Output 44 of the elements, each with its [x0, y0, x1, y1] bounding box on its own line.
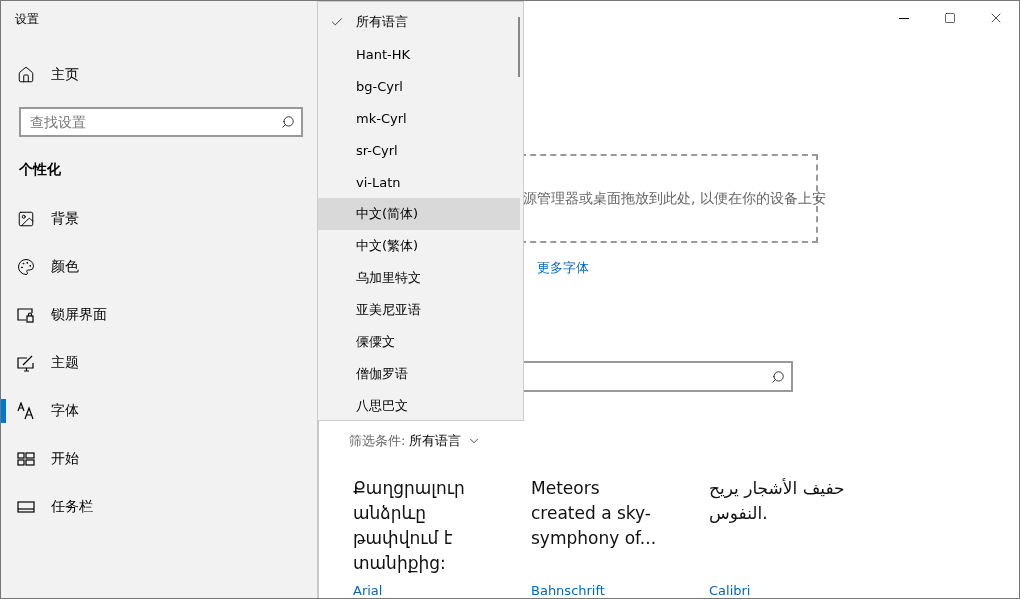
menu-option[interactable]: 乌加里特文: [318, 262, 520, 294]
scrollbar-thumb[interactable]: [518, 17, 520, 77]
menu-option[interactable]: Hant-HK: [318, 38, 520, 70]
nav-item[interactable]: 颜色: [1, 243, 317, 291]
more-fonts-link[interactable]: 更多字体: [537, 259, 589, 278]
window-title: 设置: [14, 11, 40, 28]
minimize-icon: [899, 17, 909, 19]
menu-option[interactable]: 傈僳文: [318, 326, 520, 358]
menu-option[interactable]: 僧伽罗语: [318, 358, 520, 390]
nav-item[interactable]: 背景: [1, 195, 317, 243]
menu-option[interactable]: 所有语言: [318, 6, 520, 38]
tiles-icon: [17, 450, 35, 468]
menu-option[interactable]: 亚美尼亚语: [318, 294, 520, 326]
lock-screen-icon: [17, 306, 35, 324]
font-preview-text: Քաղցրալուր անձրևը թափվում է տանիքից:: [353, 477, 466, 575]
font-name-link[interactable]: Calibri: [709, 583, 751, 598]
nav-item[interactable]: 开始: [1, 435, 317, 483]
nav-item[interactable]: 字体: [1, 387, 317, 435]
home-icon: [17, 66, 35, 84]
nav-item[interactable]: 任务栏: [1, 483, 317, 531]
filter-label: 筛选条件:: [349, 432, 406, 450]
menu-option[interactable]: 八思巴文: [318, 390, 520, 422]
font-name-link[interactable]: Bahnschrift: [531, 583, 605, 598]
font-preview-text: Meteors created a sky-symphony of...: [531, 477, 658, 550]
filter-dropdown[interactable]: 所有语言: [409, 432, 482, 450]
nav-item[interactable]: 主题: [1, 339, 317, 387]
nav-item[interactable]: 锁屏界面: [1, 291, 317, 339]
section-heading: 个性化: [18, 160, 62, 179]
monitor-brush-icon: [17, 354, 35, 372]
font-preview-text: حفيف الأشجار يريح النفوس.: [709, 477, 846, 525]
picture-icon: [17, 210, 35, 228]
search-icon: [771, 369, 785, 384]
maximize-icon: [944, 12, 956, 24]
menu-option[interactable]: mk-Cyrl: [318, 102, 520, 134]
letters-icon: [17, 402, 35, 420]
menu-option[interactable]: 中文(简体): [318, 198, 520, 230]
palette-icon: [17, 258, 35, 276]
home-link[interactable]: 主页: [1, 51, 317, 99]
search-icon: [281, 115, 295, 129]
font-name-link[interactable]: Arial: [353, 583, 383, 598]
taskbar-icon: [17, 498, 35, 516]
menu-option[interactable]: bg-Cyrl: [318, 70, 520, 102]
search-field[interactable]: 查找设置: [19, 107, 303, 137]
drop-zone-text: 源管理器或桌面拖放到此处, 以便在你的设备上安: [523, 189, 826, 208]
